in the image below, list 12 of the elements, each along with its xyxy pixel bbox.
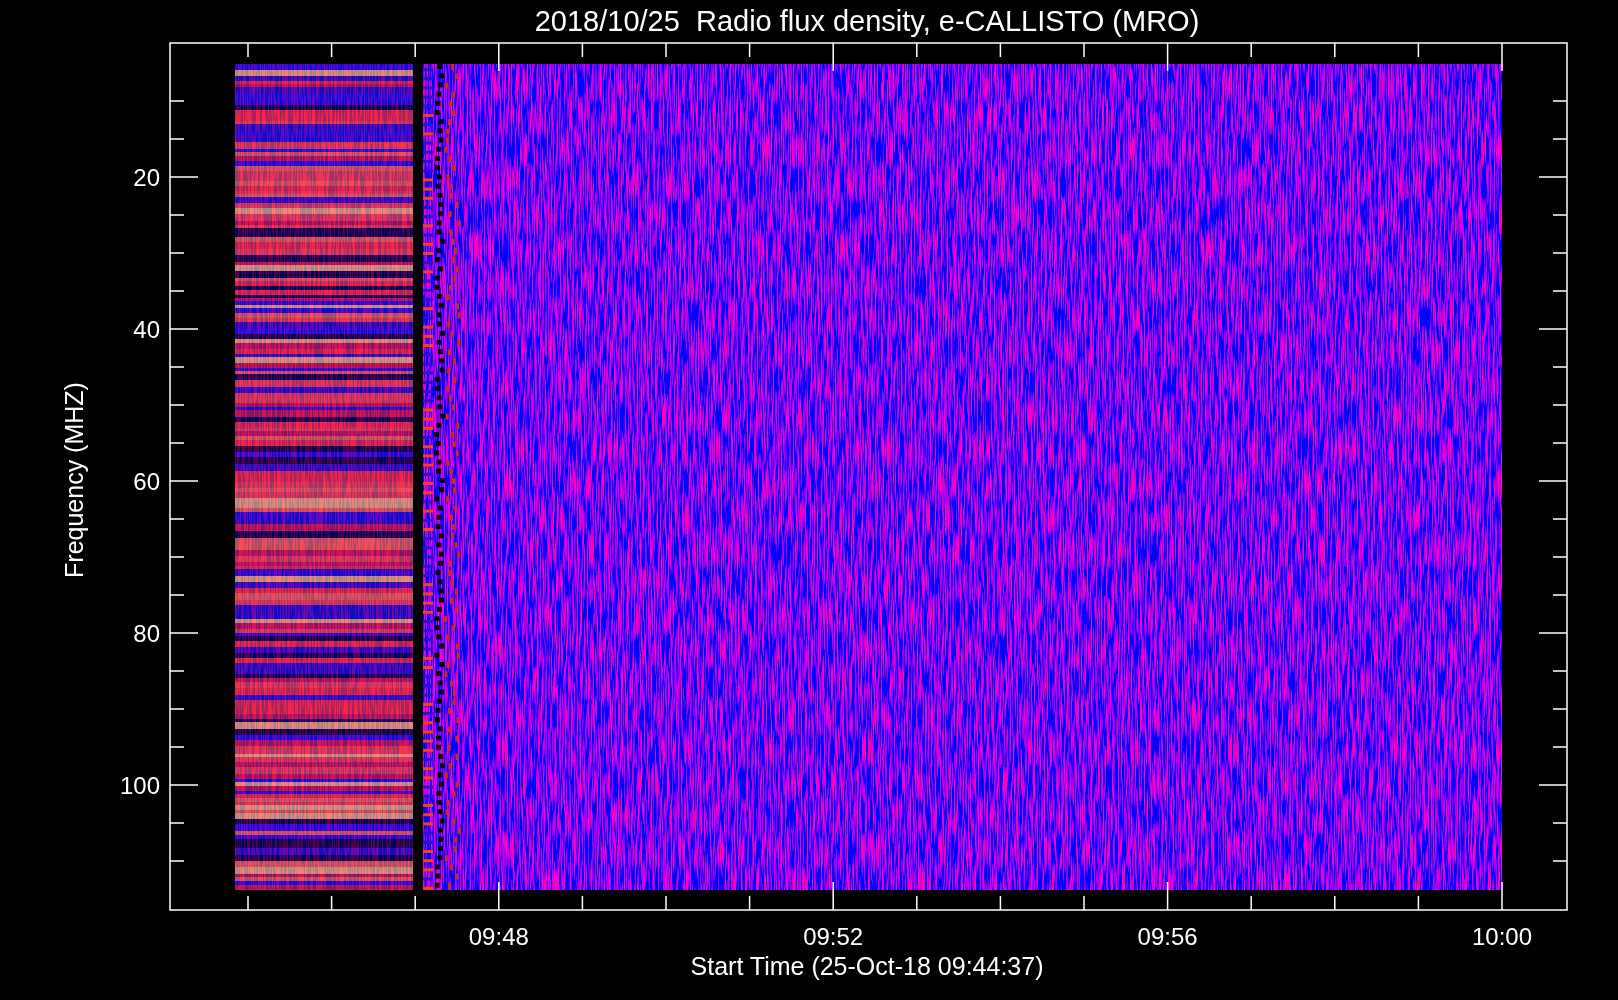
axis-label: Frequency (MHZ) [60,382,88,578]
tick-label: 80 [133,620,160,647]
tick-label: 09:52 [803,923,864,950]
tick-label: 40 [133,316,160,343]
tick-label: 60 [133,468,160,495]
tick-label: 100 [119,772,160,799]
chart-title: 2018/10/25 Radio flux density, e-CALLISTO (MRO) [534,5,1200,37]
tick-label: 09:56 [1137,923,1198,950]
axis-label: Start Time (25-Oct-18 09:44:37) [690,952,1044,980]
tick-label: 10:00 [1471,923,1533,950]
tick-label: 09:48 [468,923,529,950]
tick-label: 20 [133,164,160,191]
